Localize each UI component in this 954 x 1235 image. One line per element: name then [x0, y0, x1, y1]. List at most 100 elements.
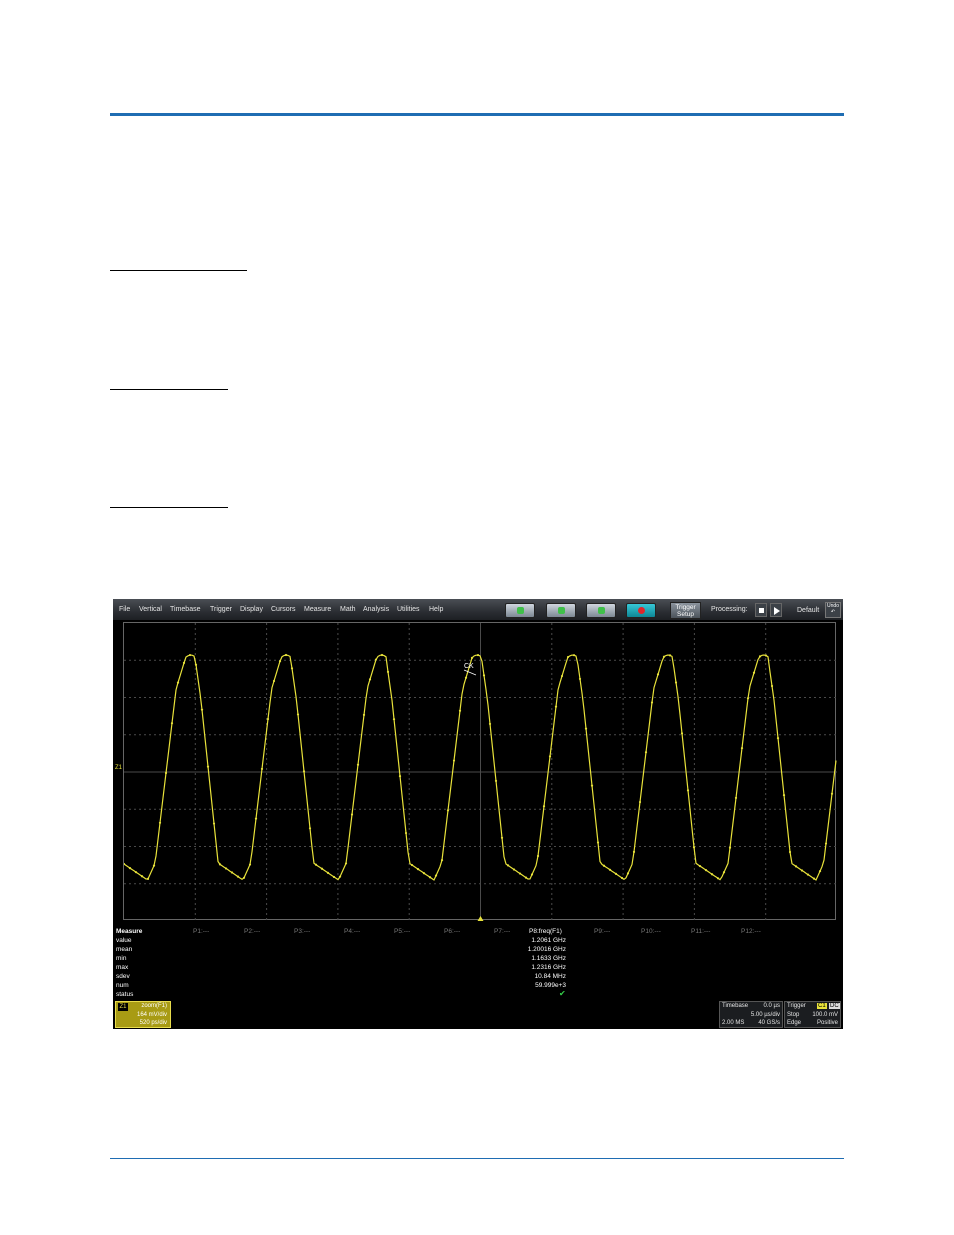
- menu-trigger[interactable]: Trigger: [210, 606, 232, 613]
- menu-timebase[interactable]: Timebase: [170, 606, 200, 613]
- auto-setup-button[interactable]: [505, 603, 535, 618]
- measure-param-slot[interactable]: P10:---: [641, 928, 661, 935]
- processing-stop-button[interactable]: [755, 603, 767, 617]
- waveform-sample-point: [356, 763, 360, 766]
- status-checkmark-icon: ✔: [559, 989, 566, 998]
- waveform-sample-point: [440, 859, 444, 862]
- menu-cursors[interactable]: Cursors: [271, 606, 296, 613]
- menu-measure[interactable]: Measure: [304, 606, 331, 613]
- measure-p8-value: 1.2061 GHz: [531, 937, 566, 944]
- waveform-sample-point: [374, 658, 378, 661]
- waveform-sample-point: [578, 677, 582, 681]
- waveform-sample-point: [308, 827, 312, 830]
- measure-param-slot[interactable]: P12:---: [741, 928, 761, 935]
- waveform-sample-point: [230, 871, 234, 874]
- measure-param-slot[interactable]: P6:---: [444, 928, 460, 935]
- waveform-sample-point: [698, 864, 702, 868]
- waveform-sample-point: [560, 674, 564, 678]
- waveform-sample-point: [794, 865, 798, 868]
- measure-row-label: mean: [116, 946, 133, 953]
- timebase-descriptor[interactable]: Timebase 0.0 µs 5.00 µs/div 2.00 MS 40 G…: [719, 1001, 783, 1028]
- timebase-rate: 40 GS/s: [758, 1020, 780, 1026]
- trigger-setup-label-1: Trigger: [675, 604, 696, 611]
- menu-display[interactable]: Display: [240, 606, 263, 613]
- measure-row-label: min: [116, 955, 127, 962]
- waveform-sample-point: [422, 872, 426, 875]
- waveform-sample-point: [704, 869, 708, 872]
- waveform-sample-point: [464, 676, 468, 679]
- save-button[interactable]: [546, 603, 576, 618]
- zoom-trace-descriptor[interactable]: Z1 zoom(F1) 164 mV/div 520 ps/div: [115, 1001, 171, 1028]
- waveform-sample-point: [446, 809, 450, 812]
- waveform-sample-point: [572, 654, 576, 657]
- waveform-sample-point: [686, 789, 690, 792]
- timebase-samples: 2.00 MS: [722, 1020, 745, 1026]
- waveform-sample-point: [752, 671, 756, 674]
- waveform-sample-point: [236, 875, 240, 878]
- waveform-sample-point: [716, 877, 720, 880]
- waveform-sample-point: [806, 873, 810, 876]
- measure-param-slot[interactable]: P5:---: [394, 928, 410, 935]
- auto-setup-icon: [517, 607, 524, 614]
- waveform-sample-point: [608, 868, 612, 871]
- waveform-sample-point: [662, 655, 666, 658]
- waveform-sample-point: [458, 709, 462, 712]
- stop-acquire-button[interactable]: [626, 603, 656, 618]
- measure-param-slot[interactable]: P3:---: [294, 928, 310, 935]
- waveform-sample-point: [368, 678, 372, 681]
- section-heading-underline-1: [110, 270, 247, 271]
- ck-marker-leader: [463, 669, 477, 676]
- ck-marker-label: CK: [464, 663, 474, 670]
- waveform-sample-point: [710, 873, 714, 876]
- waveform-sample-point: [296, 713, 300, 716]
- waveform-sample-point: [176, 681, 180, 684]
- measure-row-label: status: [116, 991, 134, 998]
- trigger-channel-badge: C1: [817, 1003, 827, 1009]
- menu-help[interactable]: Help: [429, 606, 443, 613]
- waveform-sample-point: [128, 867, 132, 870]
- play-icon: [774, 607, 780, 615]
- trigger-descriptor[interactable]: Trigger C1 DC Stop 100.0 mV Edge Positiv…: [784, 1001, 841, 1028]
- waveform-sample-point: [164, 771, 168, 775]
- waveform-sample-point: [602, 864, 606, 867]
- menu-bar: File Vertical Timebase Trigger Display C…: [113, 599, 843, 620]
- waveform-sample-point: [830, 792, 834, 795]
- measure-param-slot[interactable]: P7:---: [494, 928, 510, 935]
- waveform-sample-point: [470, 656, 474, 660]
- waveform-grid: CK: [123, 622, 837, 921]
- waveform-sample-point: [740, 746, 744, 750]
- waveform-sample-point: [680, 732, 684, 735]
- waveform-sample-point: [656, 673, 660, 676]
- waveform-sample-point: [404, 831, 408, 835]
- waveform-sample-point: [482, 674, 486, 677]
- measure-row-label: num: [116, 982, 129, 989]
- single-acquire-button[interactable]: [586, 603, 616, 618]
- waveform-sample-point: [692, 846, 696, 849]
- measure-param-slot[interactable]: P2:---: [244, 928, 260, 935]
- measure-row-label: max: [116, 964, 129, 971]
- menu-math[interactable]: Math: [340, 606, 356, 613]
- footer-rule: [110, 1158, 844, 1159]
- waveform-sample-point: [668, 654, 672, 657]
- menu-file[interactable]: File: [119, 606, 130, 613]
- undo-button[interactable]: Undo ↶: [825, 602, 841, 618]
- trigger-setup-button[interactable]: Trigger Setup: [670, 602, 701, 619]
- measure-param-slot[interactable]: P11:---: [691, 928, 710, 935]
- measure-param-slot[interactable]: P9:---: [594, 928, 610, 935]
- default-setup-button[interactable]: Default: [797, 607, 819, 614]
- menu-utilities[interactable]: Utilities: [397, 606, 420, 613]
- menu-vertical[interactable]: Vertical: [139, 606, 162, 613]
- section-heading-underline-3: [110, 507, 228, 508]
- waveform-sample-point: [758, 655, 762, 658]
- waveform-sample-point: [362, 713, 366, 716]
- waveform-sample-point: [518, 872, 522, 875]
- measure-param-slot[interactable]: P1:---: [193, 928, 209, 935]
- waveform-sample-point: [626, 872, 630, 875]
- processing-play-button[interactable]: [770, 603, 782, 617]
- waveform-sample-point: [338, 875, 342, 878]
- measure-param-slot[interactable]: P8:freq(F1): [529, 928, 562, 935]
- waveform-sample-point: [476, 653, 480, 657]
- waveform-sample-point: [254, 817, 258, 820]
- measure-param-slot[interactable]: P4:---: [344, 928, 360, 935]
- menu-analysis[interactable]: Analysis: [363, 606, 389, 613]
